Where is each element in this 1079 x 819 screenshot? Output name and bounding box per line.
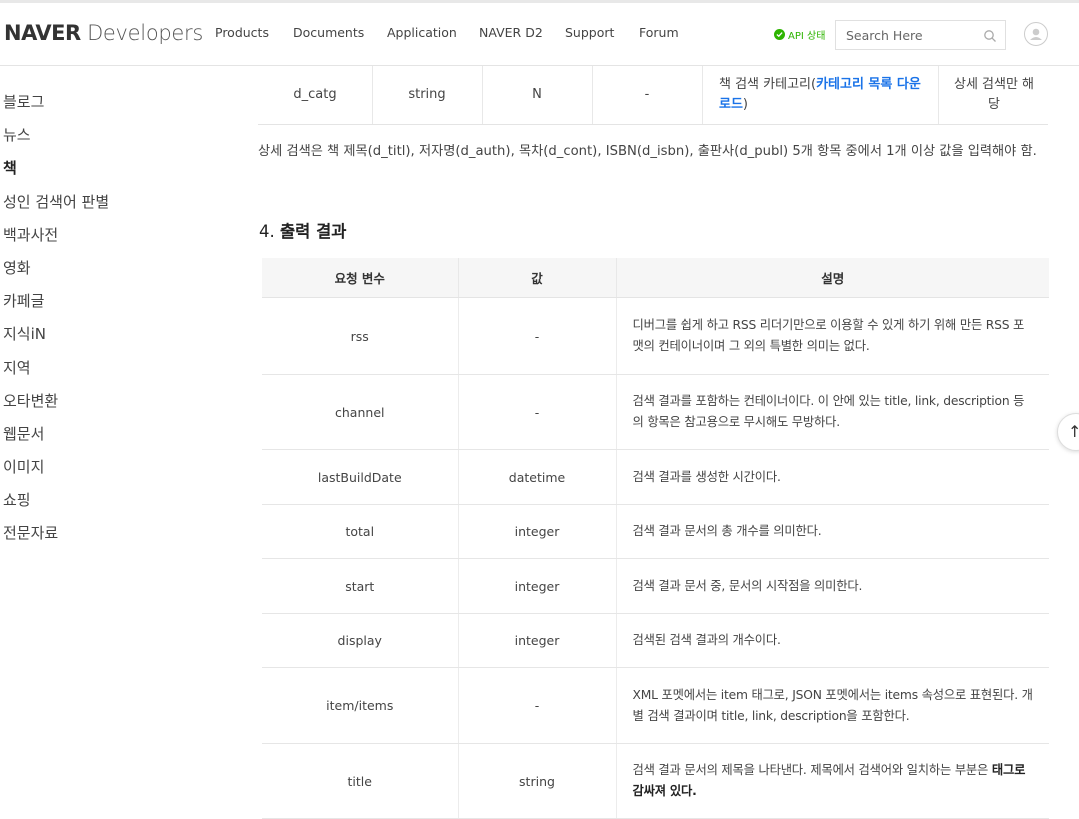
search-box: [835, 20, 1006, 50]
nav-products[interactable]: Products: [215, 25, 269, 40]
sidebar-item-book[interactable]: 책: [0, 152, 220, 185]
row-value: string: [457, 743, 616, 819]
section-number: 4.: [259, 222, 275, 241]
row-desc: 검색 결과 문서의 총 개수를 의미한다.: [615, 504, 1049, 559]
nav-forum[interactable]: Forum: [639, 25, 679, 40]
sidebar-item-adult-check[interactable]: 성인 검색어 판별: [0, 186, 220, 219]
param-default: -: [644, 87, 650, 102]
table-row: total integer 검색 결과 문서의 총 개수를 의미한다.: [262, 504, 1049, 559]
sidebar-item-doc[interactable]: 전문자료: [0, 517, 220, 550]
row-name: total: [262, 504, 458, 559]
sidebar-item-blog[interactable]: 블로그: [0, 86, 220, 119]
row-value: -: [457, 297, 616, 375]
sidebar-item-image[interactable]: 이미지: [0, 451, 220, 484]
table-row: rss - 디버그를 쉽게 하고 RSS 리더기만으로 이용할 수 있게 하기 …: [262, 297, 1049, 375]
output-result-table: 요청 변수 값 설명 rss - 디버그를 쉽게 하고 RSS 리더기만으로 이…: [262, 258, 1049, 819]
header-value: 값: [457, 258, 616, 298]
scroll-top-button[interactable]: ↑: [1057, 413, 1079, 451]
check-circle-icon: [774, 29, 785, 40]
param-desc-text: 책 검색 카테고리(: [719, 77, 817, 92]
sidebar-item-encyclopedia[interactable]: 백과사전: [0, 219, 220, 252]
param-note: 상세 검색만 해당: [953, 77, 1035, 112]
section-heading: 4. 출력 결과: [259, 218, 346, 242]
row-name: item/items: [262, 667, 458, 744]
param-desc: 책 검색 카테고리(카테고리 목록 다운로드): [702, 66, 938, 124]
sidebar-item-shop[interactable]: 쇼핑: [0, 484, 220, 517]
nav-support[interactable]: Support: [565, 25, 614, 40]
header-description: 설명: [615, 258, 1049, 298]
row-name: start: [262, 558, 458, 614]
sidebar-item-local[interactable]: 지역: [0, 352, 220, 385]
search-icon[interactable]: [983, 28, 997, 47]
row-desc: XML 포멧에서는 item 태그로, JSON 포멧에서는 items 속성으…: [615, 667, 1049, 744]
row-desc: 검색 결과를 생성한 시간이다.: [615, 449, 1049, 505]
api-status-label: API 상태: [788, 31, 826, 42]
table-row: channel - 검색 결과를 포함하는 컨테이너이다. 이 안에 있는 ti…: [262, 374, 1049, 450]
api-status[interactable]: API 상태: [774, 27, 825, 42]
row-value: integer: [457, 558, 616, 614]
detail-search-note: 상세 검색은 책 제목(d_titl), 저자명(d_auth), 목차(d_c…: [258, 144, 1037, 159]
row-value: integer: [457, 613, 616, 668]
search-input[interactable]: [836, 21, 976, 49]
row-value: integer: [457, 504, 616, 559]
sidebar-menu: 블로그 뉴스 책 성인 검색어 판별 백과사전 영화 카페글 지식iN 지역 오…: [0, 86, 220, 551]
header-request-variable: 요청 변수: [262, 258, 458, 298]
row-name: channel: [262, 374, 458, 450]
nav-documents[interactable]: Documents: [293, 25, 364, 40]
sidebar-item-movie[interactable]: 영화: [0, 252, 220, 285]
row-name: title: [262, 743, 458, 819]
row-name: rss: [262, 297, 458, 375]
row-desc: 검색된 검색 결과의 개수이다.: [615, 613, 1049, 668]
sidebar-item-webkr[interactable]: 웹문서: [0, 418, 220, 451]
table-row: title string 검색 결과 문서의 제목을 나타낸다. 제목에서 검색…: [262, 743, 1049, 819]
naver-developers-logo[interactable]: NAVER Developers: [4, 21, 203, 45]
table-row: item/items - XML 포멧에서는 item 태그로, JSON 포멧…: [262, 667, 1049, 744]
row-desc: 검색 결과 문서의 제목을 나타낸다. 제목에서 검색어와 일치하는 부분은 태…: [615, 743, 1049, 819]
table-row: lastBuildDate datetime 검색 결과를 생성한 시간이다.: [262, 449, 1049, 505]
logo-developers: Developers: [87, 21, 204, 45]
row-desc-text: 검색 결과 문서의 제목을 나타낸다. 제목에서 검색어와 일치하는 부분은: [632, 763, 992, 777]
table-row: start integer 검색 결과 문서 중, 문서의 시작점을 의미한다.: [262, 558, 1049, 614]
row-value: -: [457, 374, 616, 450]
arrow-up-icon: ↑: [1068, 422, 1079, 441]
row-name: display: [262, 613, 458, 668]
row-desc: 디버그를 쉽게 하고 RSS 리더기만으로 이용할 수 있게 하기 위해 만든 …: [615, 297, 1049, 375]
nav-naver-d2[interactable]: NAVER D2: [479, 25, 543, 40]
sidebar-item-kin[interactable]: 지식iN: [0, 318, 220, 351]
nav-application[interactable]: Application: [387, 25, 457, 40]
param-type: string: [408, 87, 446, 102]
param-name: d_catg: [293, 87, 337, 102]
sidebar-item-news[interactable]: 뉴스: [0, 119, 220, 152]
row-name: lastBuildDate: [262, 449, 458, 505]
user-avatar-icon[interactable]: [1024, 22, 1048, 46]
row-desc: 검색 결과 문서 중, 문서의 시작점을 의미한다.: [615, 558, 1049, 614]
param-required: N: [532, 87, 542, 102]
row-desc: 검색 결과를 포함하는 컨테이너이다. 이 안에 있는 title, link,…: [615, 374, 1049, 450]
table-row: display integer 검색된 검색 결과의 개수이다.: [262, 613, 1049, 668]
sidebar-item-cafe[interactable]: 카페글: [0, 285, 220, 318]
global-header: NAVER Developers Products Documents Appl…: [0, 3, 1079, 66]
row-value: datetime: [457, 449, 616, 505]
logo-naver: NAVER: [4, 21, 81, 45]
param-desc-suffix: ): [742, 97, 748, 112]
table-header-row: 요청 변수 값 설명: [262, 258, 1049, 298]
param-table-row: d_catg string N - 책 검색 카테고리(카테고리 목록 다운로드…: [258, 66, 1048, 125]
section-title: 출력 결과: [280, 222, 347, 241]
sidebar-item-errata[interactable]: 오타변환: [0, 385, 220, 418]
row-value: -: [457, 667, 616, 744]
